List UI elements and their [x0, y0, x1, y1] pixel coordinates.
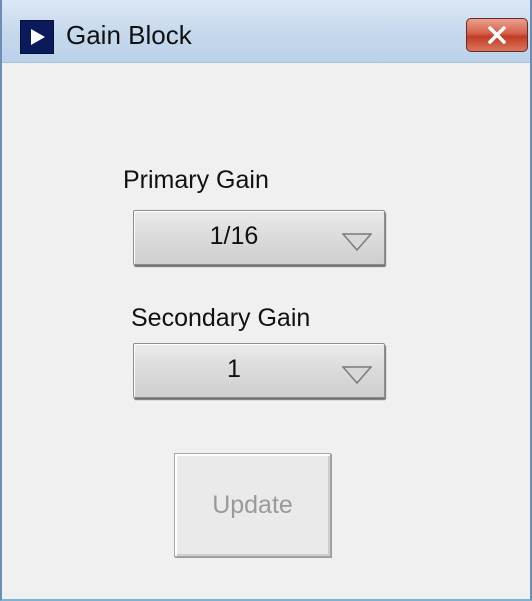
chevron-down-icon	[342, 233, 372, 251]
title-bar[interactable]: Gain Block	[2, 0, 530, 63]
run-arrow-icon	[31, 29, 45, 45]
app-icon[interactable]	[20, 20, 54, 54]
update-button-label: Update	[212, 491, 293, 519]
update-button[interactable]: Update	[174, 453, 331, 557]
close-button[interactable]	[466, 18, 528, 52]
primary-gain-value: 1/16	[209, 222, 259, 250]
chevron-down-icon	[342, 366, 372, 384]
front-panel: Primary Gain 1/16 Secondary Gain 1 Updat…	[2, 63, 530, 599]
primary-gain-label: Primary Gain	[123, 166, 269, 194]
secondary-gain-dropdown[interactable]: 1	[133, 343, 385, 398]
window-title: Gain Block	[66, 20, 192, 50]
gain-block-window: Gain Block Primary Gain 1/16 Secondary G…	[0, 0, 532, 601]
secondary-gain-label: Secondary Gain	[131, 304, 311, 332]
close-icon	[488, 26, 506, 44]
secondary-gain-value: 1	[227, 355, 241, 383]
primary-gain-dropdown[interactable]: 1/16	[133, 210, 385, 265]
